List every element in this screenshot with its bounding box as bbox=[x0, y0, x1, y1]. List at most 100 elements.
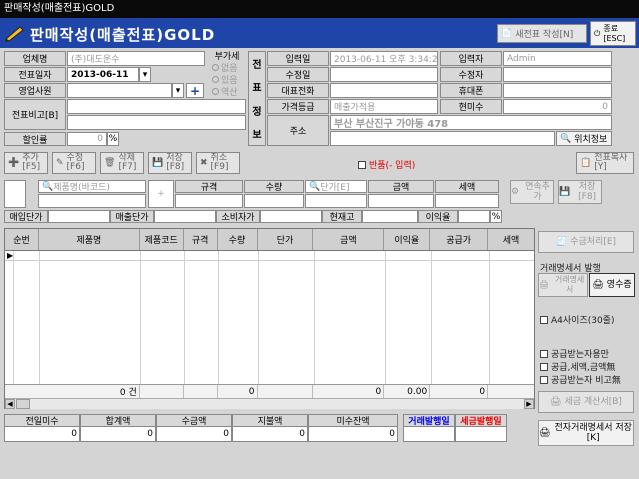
copy-slip-button[interactable]: 📋 전표복사[Y] bbox=[576, 152, 634, 174]
scroll-thumb[interactable] bbox=[16, 399, 30, 409]
tax-field[interactable] bbox=[435, 194, 499, 208]
vat-reverse-radio[interactable]: 역산 bbox=[212, 85, 238, 98]
col-tax[interactable]: 세액 bbox=[488, 229, 534, 250]
col-product[interactable]: 제품명 bbox=[39, 229, 140, 250]
statement-button[interactable]: 🖨 거래명세서 bbox=[538, 273, 588, 297]
price-grade-label: 가격등급 bbox=[267, 99, 329, 114]
horizontal-scrollbar[interactable]: ◀ ▶ bbox=[5, 398, 534, 409]
sales-field[interactable] bbox=[67, 83, 172, 98]
footer-balance: 미수잔액 0 bbox=[308, 414, 398, 442]
printer-icon: 🖨 bbox=[539, 280, 550, 289]
stock-label: 현재고 bbox=[322, 210, 362, 223]
sales-dropdown[interactable]: ▾ bbox=[172, 83, 184, 98]
unpaid-field: 0 bbox=[503, 99, 612, 114]
exit-icon: ⏻ bbox=[594, 28, 601, 38]
no-memo-checkbox[interactable]: 공급받는자 비고無 bbox=[540, 373, 621, 386]
total-margin: 0.00 bbox=[384, 385, 431, 398]
add-button[interactable]: ➕ 추가[F5] bbox=[4, 152, 48, 174]
tax-header: 세액 bbox=[435, 180, 499, 193]
add-sales-button[interactable]: + bbox=[186, 83, 204, 98]
reg-date-field: 2013-06-11 오후 3:34:2 bbox=[330, 51, 438, 66]
cancel-icon: ✖ bbox=[200, 157, 208, 168]
return-checkbox[interactable]: 반품(- 입력) bbox=[358, 158, 415, 171]
total-supply: 0 bbox=[430, 385, 489, 398]
rep-phone-label: 대표전화 bbox=[267, 83, 329, 98]
col-price[interactable]: 단가 bbox=[258, 229, 314, 250]
cancel-button[interactable]: ✖ 취소[F9] bbox=[196, 152, 240, 174]
receipt-icon: 🧾 bbox=[555, 237, 568, 247]
memo-field-1[interactable] bbox=[67, 99, 246, 114]
price-field[interactable] bbox=[305, 194, 367, 208]
sell-price-field bbox=[154, 210, 216, 223]
footer-collected: 수금액 0 bbox=[156, 414, 232, 442]
printer-icon: 🖨 bbox=[550, 397, 562, 407]
scroll-left-icon[interactable]: ◀ bbox=[5, 399, 15, 409]
delete-icon: 🗑 bbox=[104, 157, 116, 168]
receipt-print-button[interactable]: 🖨 영수증 bbox=[589, 273, 635, 297]
item-grid[interactable]: 순번 제품명 제품코드 규격 수량 단가 금액 이익율 공급가 세액 ▶ 0 건… bbox=[4, 228, 535, 409]
receiver-only-checkbox[interactable]: 공급받는자용만 bbox=[540, 347, 609, 360]
footer-paid: 지불액 0 bbox=[232, 414, 308, 442]
date-label: 전표일자 bbox=[4, 67, 66, 82]
company-field[interactable]: (주)대도운수 bbox=[67, 51, 205, 66]
col-margin[interactable]: 이익율 bbox=[384, 229, 431, 250]
col-spec[interactable]: 규격 bbox=[184, 229, 218, 250]
amount-header: 금액 bbox=[368, 180, 434, 193]
add-icon: ➕ bbox=[8, 157, 20, 168]
col-code[interactable]: 제품코드 bbox=[140, 229, 184, 250]
buy-price-field bbox=[48, 210, 110, 223]
address-detail-field bbox=[330, 131, 555, 146]
amount-field[interactable] bbox=[368, 194, 434, 208]
percent-icon: % bbox=[107, 132, 119, 146]
edit-date-field bbox=[330, 67, 438, 82]
company-label: 업체명 bbox=[4, 51, 66, 66]
tx-issued-date: 거래발행일 bbox=[403, 414, 455, 442]
memo-label: 전표비고[B] bbox=[4, 99, 66, 130]
price-search-field[interactable]: 🔍 단가[E] bbox=[305, 180, 367, 193]
margin-label: 이익율 bbox=[418, 210, 458, 223]
memo-field-2[interactable] bbox=[67, 115, 246, 130]
search-icon: 🔍 bbox=[42, 181, 54, 192]
location-button[interactable]: 🔍 위치정보 bbox=[556, 131, 612, 146]
date-field[interactable]: 2013-06-11 bbox=[67, 67, 139, 82]
receipt-process-button[interactable]: 🧾 수금처리[E] bbox=[538, 231, 634, 253]
delete-button[interactable]: 🗑 삭제[F7] bbox=[100, 152, 144, 174]
col-supply[interactable]: 공급가 bbox=[430, 229, 489, 250]
grid-header: 순번 제품명 제품코드 규격 수량 단가 금액 이익율 공급가 세액 bbox=[5, 229, 534, 251]
discount-field[interactable]: 0 bbox=[67, 132, 107, 146]
new-slip-button[interactable]: 📄 새전표 작성[N] bbox=[497, 24, 587, 43]
qty-field[interactable] bbox=[244, 194, 304, 208]
scroll-right-icon[interactable]: ▶ bbox=[524, 399, 534, 409]
date-dropdown[interactable]: ▾ bbox=[139, 67, 151, 82]
address-field: 부산 부산진구 가야동 478 bbox=[330, 115, 612, 130]
close-button[interactable]: ⏻ 종료[ESC] bbox=[590, 21, 636, 46]
col-amount[interactable]: 금액 bbox=[313, 229, 385, 250]
printer-icon: 🖨 bbox=[539, 428, 551, 438]
header-bar: 판매작성(매출전표)GOLD 📄 새전표 작성[N] ⏻ 종료[ESC] bbox=[0, 18, 639, 48]
percent-icon: % bbox=[490, 210, 502, 223]
entry-seq-field[interactable] bbox=[4, 180, 26, 208]
continuous-add-button[interactable]: ⚙ 연속추가 bbox=[510, 180, 554, 204]
no-supply-tax-checkbox[interactable]: 공급,세액,금액無 bbox=[540, 360, 615, 373]
plus-icon[interactable]: + bbox=[148, 180, 174, 208]
e-statement-save-button[interactable]: 🖨 전자거래명세서 저장[K] bbox=[538, 420, 634, 446]
page-title: 판매작성(매출전표)GOLD bbox=[30, 26, 216, 44]
reg-date-label: 입력일 bbox=[267, 51, 329, 66]
stock-field bbox=[362, 210, 418, 223]
entry-save-button[interactable]: 💾 저장[F8] bbox=[558, 180, 602, 204]
product-search-field[interactable]: 🔍 제품명(바코드) bbox=[38, 180, 146, 193]
unpaid-label: 현미수 bbox=[440, 99, 502, 114]
gear-icon: ⚙ bbox=[511, 187, 520, 197]
a4-checkbox[interactable]: A4사이즈(30줄) bbox=[540, 313, 614, 326]
vat-label: 부가세 bbox=[214, 51, 240, 62]
spec-field[interactable] bbox=[175, 194, 243, 208]
address-label: 주소 bbox=[267, 115, 329, 146]
footer-total: 합계액 0 bbox=[80, 414, 156, 442]
save-button[interactable]: 💾 저장[F8] bbox=[148, 152, 192, 174]
product-name-field[interactable] bbox=[38, 194, 146, 208]
table-row[interactable]: ▶ bbox=[5, 251, 534, 261]
col-seq[interactable]: 순번 bbox=[5, 229, 39, 250]
col-qty[interactable]: 수량 bbox=[218, 229, 258, 250]
tax-invoice-button[interactable]: 🖨 세금 계산서[B] bbox=[538, 391, 634, 413]
edit-button[interactable]: ✎ 수정[F6] bbox=[52, 152, 96, 174]
